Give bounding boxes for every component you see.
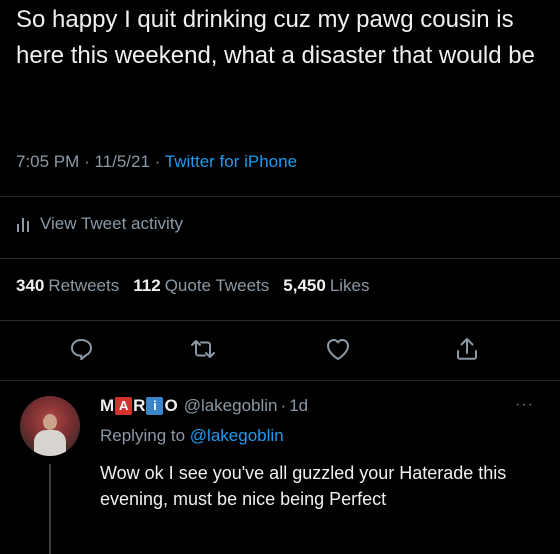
- reply-text: Wow ok I see you've all guzzled your Hat…: [100, 463, 507, 509]
- quotes-count: 112: [133, 276, 161, 295]
- name-letter-box: A: [115, 397, 133, 415]
- bar-chart-icon: [17, 218, 29, 232]
- more-options-icon[interactable]: ···: [515, 396, 534, 414]
- quotes-stat[interactable]: 112 Quote Tweets: [133, 276, 269, 296]
- avatar-figure: [34, 430, 66, 456]
- divider: [0, 320, 560, 321]
- tweet-time: 7:05 PM: [16, 152, 80, 171]
- tweet-stats: 340 Retweets 112 Quote Tweets 5,450 Likes: [16, 276, 370, 296]
- replying-prefix: Replying to: [100, 426, 186, 445]
- reply-header: M A R i O @lakegoblin · 1d: [100, 396, 308, 416]
- meta-separator: ·: [84, 152, 90, 171]
- divider: [0, 258, 560, 259]
- name-letter-box: i: [146, 397, 164, 415]
- reply-icon[interactable]: [66, 334, 96, 364]
- name-letter: R: [133, 396, 146, 415]
- meta-separator: ·: [154, 152, 161, 171]
- tweet-text: So happy I quit drinking cuz my pawg cou…: [16, 6, 535, 69]
- likes-count: 5,450: [283, 276, 326, 295]
- tweet-source-link[interactable]: Twitter for iPhone: [165, 152, 297, 171]
- user-handle[interactable]: @lakegoblin: [184, 396, 278, 416]
- action-bar: [0, 328, 560, 372]
- thread-line: [49, 464, 51, 554]
- tweet-date: 11/5/21: [94, 152, 150, 171]
- reply-age[interactable]: 1d: [289, 396, 308, 416]
- name-letter: O: [164, 396, 178, 415]
- replying-to: Replying to @lakegoblin: [100, 426, 284, 446]
- retweets-label: Retweets: [48, 276, 120, 295]
- tweet-meta: 7:05 PM · 11/5/21 · Twitter for iPhone: [16, 152, 297, 172]
- name-letter: M: [100, 396, 115, 415]
- avatar[interactable]: [20, 396, 80, 456]
- retweet-icon[interactable]: [188, 334, 218, 364]
- avatar-figure: [43, 414, 57, 430]
- divider: [0, 196, 560, 197]
- header-separator: ·: [280, 396, 287, 415]
- retweets-stat[interactable]: 340 Retweets: [16, 276, 119, 296]
- display-name[interactable]: M A R i O: [100, 396, 178, 416]
- retweets-count: 340: [16, 276, 45, 295]
- view-activity-label: View Tweet activity: [40, 214, 183, 233]
- likes-stat[interactable]: 5,450 Likes: [283, 276, 369, 296]
- replying-handle-link[interactable]: @lakegoblin: [190, 426, 284, 445]
- quotes-label: Quote Tweets: [164, 276, 270, 295]
- heart-icon[interactable]: [323, 334, 353, 364]
- likes-label: Likes: [329, 276, 370, 295]
- divider: [0, 380, 560, 381]
- share-icon[interactable]: [452, 334, 482, 364]
- view-activity-link[interactable]: View Tweet activity: [16, 214, 183, 234]
- reply-tweet[interactable]: M A R i O @lakegoblin · 1d ··· Replying …: [0, 382, 560, 554]
